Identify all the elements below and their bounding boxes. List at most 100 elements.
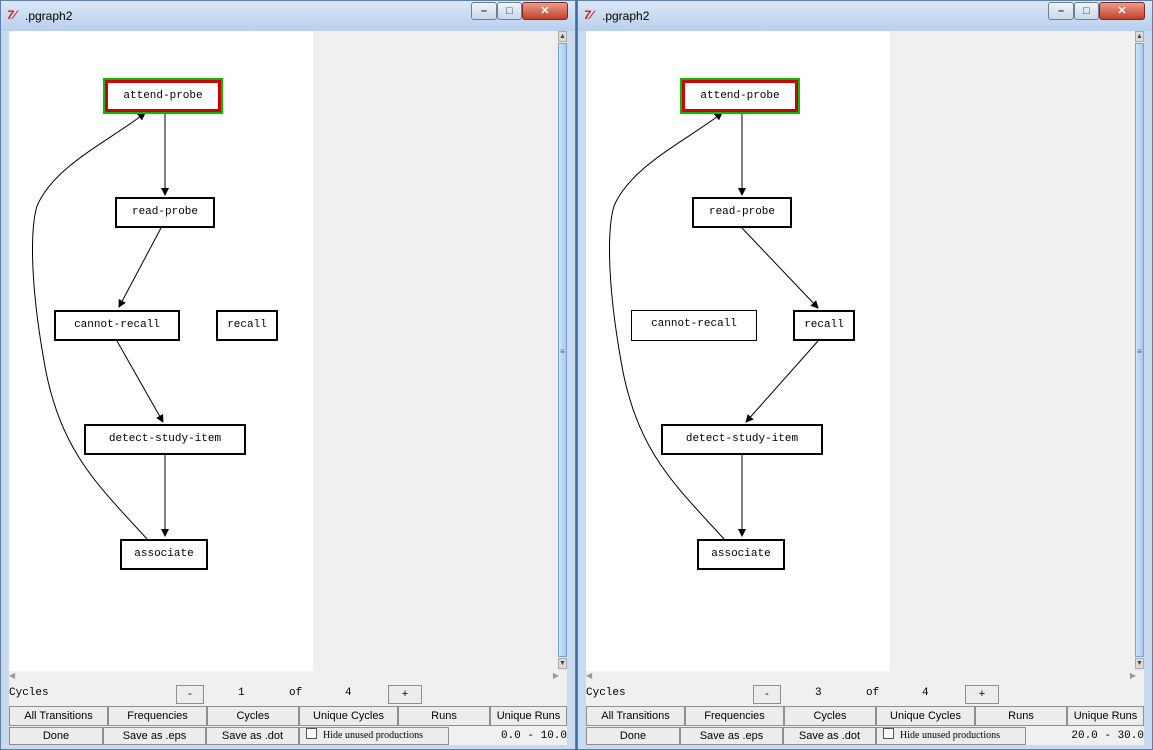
tab-all-transitions[interactable]: All Transitions — [9, 706, 108, 726]
nav-label: Cycles — [586, 687, 626, 699]
node-read-probe[interactable]: read-probe — [115, 197, 215, 228]
total-count: 4 — [922, 687, 929, 699]
next-button[interactable]: + — [388, 685, 422, 704]
hide-unused-checkbox[interactable]: Hide unused productions — [876, 727, 1026, 745]
close-button[interactable]: ✕ — [522, 2, 568, 20]
node-cannot-recall[interactable]: cannot-recall — [631, 310, 757, 341]
save-dot-button[interactable]: Save as .dot — [206, 727, 299, 745]
previous-button[interactable]: - — [176, 685, 204, 704]
node-recall[interactable]: recall — [793, 310, 855, 341]
time-range: 0.0 - 10.0 — [500, 730, 567, 742]
tab-runs[interactable]: Runs — [975, 706, 1067, 726]
node-associate[interactable]: associate — [120, 539, 208, 570]
hide-unused-label: Hide unused productions — [323, 730, 423, 741]
window-title: .pgraph2 — [25, 9, 73, 23]
node-detect-study-item[interactable]: detect-study-item — [661, 424, 823, 455]
action-bar: Done Save as .eps Save as .dot Hide unus… — [9, 727, 567, 745]
scroll-down-icon[interactable]: ▼ — [558, 658, 567, 669]
edge-read-cannot — [118, 227, 162, 308]
scroll-up-icon[interactable]: ▲ — [558, 31, 567, 42]
grip-icon: ≡ — [1137, 347, 1142, 356]
hide-unused-checkbox[interactable]: Hide unused productions — [299, 727, 449, 745]
minimize-icon: – — [480, 5, 488, 17]
title-bar[interactable]: 7⁄ .pgraph2 – □ ✕ — [1, 1, 575, 31]
next-button[interactable]: + — [965, 685, 999, 704]
close-icon: ✕ — [1117, 5, 1127, 17]
of-label: of — [289, 687, 303, 699]
hide-unused-label: Hide unused productions — [900, 730, 1000, 741]
save-eps-button[interactable]: Save as .eps — [680, 727, 783, 745]
tab-unique-cycles[interactable]: Unique Cycles — [299, 706, 398, 726]
window-client: attend-probe read-probe cannot-recall re… — [9, 31, 567, 745]
tab-cycles[interactable]: Cycles — [784, 706, 876, 726]
total-count: 4 — [345, 687, 352, 699]
tab-frequencies[interactable]: Frequencies — [685, 706, 784, 726]
view-tabs: All Transitions Frequencies Cycles Uniqu… — [586, 706, 1144, 726]
view-tabs: All Transitions Frequencies Cycles Uniqu… — [9, 706, 567, 726]
scroll-thumb[interactable]: ≡ — [558, 43, 567, 657]
grip-icon: ≡ — [560, 347, 565, 356]
current-index: 1 — [238, 687, 245, 699]
close-icon: ✕ — [540, 5, 550, 17]
node-associate[interactable]: associate — [697, 539, 785, 570]
title-bar[interactable]: 7⁄ .pgraph2 – □ ✕ — [578, 1, 1152, 31]
maximize-icon: □ — [1083, 5, 1090, 17]
tk-icon: 7⁄ — [7, 8, 16, 22]
scroll-up-icon[interactable]: ▲ — [1135, 31, 1144, 42]
tk-icon: 7⁄ — [584, 8, 593, 22]
edge-recall-detect — [745, 340, 819, 423]
previous-button[interactable]: - — [753, 685, 781, 704]
nav-label: Cycles — [9, 687, 49, 699]
graph-canvas[interactable]: attend-probe read-probe cannot-recall re… — [586, 31, 1135, 671]
scroll-down-icon[interactable]: ▼ — [1135, 658, 1144, 669]
vertical-scrollbar[interactable]: ▲ ≡ ▼ — [558, 31, 567, 671]
tab-frequencies[interactable]: Frequencies — [108, 706, 207, 726]
checkbox-icon[interactable] — [883, 728, 894, 739]
tab-unique-runs[interactable]: Unique Runs — [1067, 706, 1144, 726]
current-index: 3 — [815, 687, 822, 699]
node-recall[interactable]: recall — [216, 310, 278, 341]
scroll-left-icon[interactable]: ◀ — [9, 671, 15, 680]
of-label: of — [866, 687, 880, 699]
node-attend-probe[interactable]: attend-probe — [103, 78, 223, 114]
edge-cannot-detect — [116, 340, 164, 423]
node-detect-study-item[interactable]: detect-study-item — [84, 424, 246, 455]
node-cannot-recall[interactable]: cannot-recall — [54, 310, 180, 341]
tab-runs[interactable]: Runs — [398, 706, 490, 726]
tab-unique-runs[interactable]: Unique Runs — [490, 706, 567, 726]
save-dot-button[interactable]: Save as .dot — [783, 727, 876, 745]
minimize-button[interactable]: – — [471, 2, 497, 20]
scroll-left-icon[interactable]: ◀ — [586, 671, 592, 680]
minimize-button[interactable]: – — [1048, 2, 1074, 20]
save-eps-button[interactable]: Save as .eps — [103, 727, 206, 745]
window-client: attend-probe read-probe cannot-recall re… — [586, 31, 1144, 745]
done-button[interactable]: Done — [586, 727, 680, 745]
scroll-right-icon[interactable]: ▶ — [553, 671, 559, 680]
maximize-icon: □ — [506, 5, 513, 17]
minimize-icon: – — [1057, 5, 1065, 17]
close-button[interactable]: ✕ — [1099, 2, 1145, 20]
maximize-button[interactable]: □ — [1074, 2, 1099, 20]
horizontal-scrollbar[interactable]: ◀ ▶ — [586, 671, 1144, 683]
checkbox-icon[interactable] — [306, 728, 317, 739]
maximize-button[interactable]: □ — [497, 2, 522, 20]
time-range: 20.0 - 30.0 — [1071, 730, 1144, 742]
edge-read-recall — [741, 227, 819, 309]
tab-unique-cycles[interactable]: Unique Cycles — [876, 706, 975, 726]
vertical-scrollbar[interactable]: ▲ ≡ ▼ — [1135, 31, 1144, 671]
node-read-probe[interactable]: read-probe — [692, 197, 792, 228]
pgraph-window-1: 7⁄ .pgraph2 – □ ✕ attend-probe read-prob… — [0, 0, 576, 750]
done-button[interactable]: Done — [9, 727, 103, 745]
graph-edges — [609, 112, 819, 540]
node-attend-probe[interactable]: attend-probe — [680, 78, 800, 114]
horizontal-scrollbar[interactable]: ◀ ▶ — [9, 671, 567, 683]
tab-all-transitions[interactable]: All Transitions — [586, 706, 685, 726]
cycle-navigator: Cycles - 1 of 4 + — [9, 683, 567, 704]
graph-canvas[interactable]: attend-probe read-probe cannot-recall re… — [9, 31, 558, 671]
graph-edges — [32, 112, 169, 540]
scroll-thumb[interactable]: ≡ — [1135, 43, 1144, 657]
tab-cycles[interactable]: Cycles — [207, 706, 299, 726]
pgraph-window-2: 7⁄ .pgraph2 – □ ✕ attend-probe read-prob… — [577, 0, 1153, 750]
scroll-right-icon[interactable]: ▶ — [1130, 671, 1136, 680]
window-title: .pgraph2 — [602, 9, 650, 23]
